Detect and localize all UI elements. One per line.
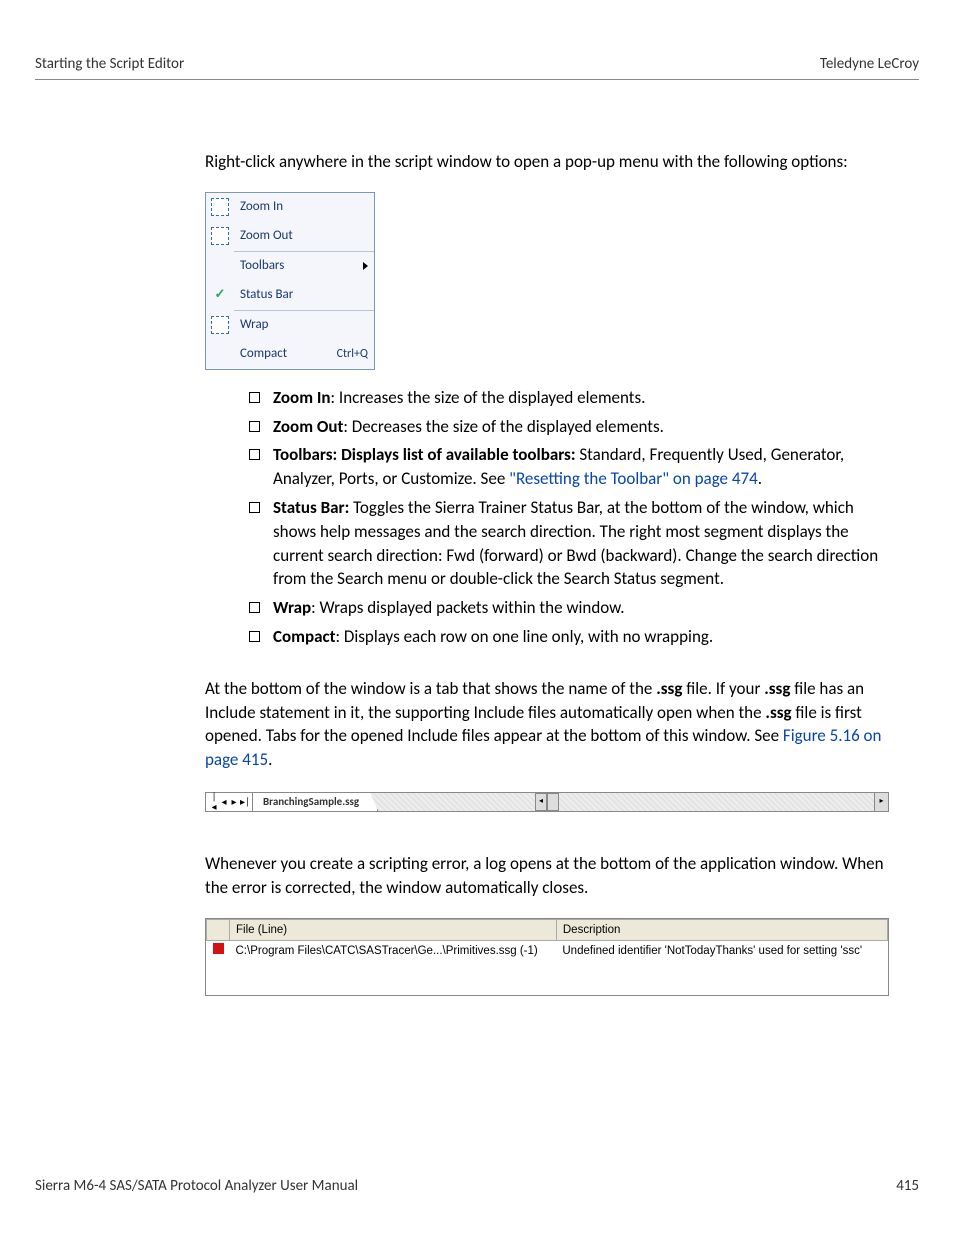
error-file-cell: C:\Program Files\CATC\SASTracer\Ge...\Pr… (230, 940, 557, 961)
menu-item-toolbars[interactable]: Toolbars (206, 252, 374, 281)
list-item: Wrap: Wraps displayed packets within the… (245, 596, 889, 620)
table-row[interactable]: C:\Program Files\CATC\SASTracer\Ge...\Pr… (207, 940, 888, 961)
intro-paragraph: Right-click anywhere in the script windo… (205, 150, 889, 174)
page-content: Right-click anywhere in the script windo… (205, 150, 889, 996)
list-item: Zoom In: Increases the size of the displ… (245, 386, 889, 410)
submenu-arrow-icon (363, 262, 368, 270)
header-section-title: Starting the Script Editor (35, 55, 184, 73)
list-item: Zoom Out: Decreases the size of the disp… (245, 415, 889, 439)
ssg-paragraph: At the bottom of the window is a tab tha… (205, 677, 889, 772)
list-item: Status Bar: Toggles the Sierra Trainer S… (245, 496, 889, 591)
scroll-track[interactable] (547, 793, 559, 811)
file-tab[interactable]: BranchingSample.ssg (253, 793, 378, 811)
table-empty-space (207, 961, 888, 995)
horizontal-scroll-mid[interactable]: ◂ (535, 793, 559, 811)
nav-last-icon[interactable]: ▸| (240, 797, 248, 807)
zoom-in-icon (206, 193, 234, 222)
menu-item-zoom-out[interactable]: Zoom Out (206, 222, 374, 251)
page-header: Starting the Script Editor Teledyne LeCr… (35, 55, 919, 80)
error-log-table: File (Line) Description C:\Program Files… (206, 919, 888, 995)
tab-bar-figure: |◂ ◂ ▸ ▸| BranchingSample.ssg ◂ ▸ (205, 792, 889, 812)
list-item: Toolbars: Displays list of available too… (245, 443, 889, 491)
toolbar-link[interactable]: "Resetting the Toolbar" on page 474 (509, 468, 758, 489)
col-file: File (Line) (230, 919, 557, 940)
blank-icon (206, 252, 234, 281)
menu-item-label: Zoom In (234, 198, 368, 216)
menu-item-status-bar[interactable]: ✓ Status Bar (206, 281, 374, 310)
nav-prev-icon[interactable]: ◂ (220, 797, 228, 807)
menu-item-label: Status Bar (234, 286, 368, 304)
nav-first-icon[interactable]: |◂ (210, 792, 218, 812)
context-menu: Zoom In Zoom Out Toolbars ✓ Status Bar W… (205, 192, 375, 370)
scroll-right-icon[interactable]: ▸ (874, 793, 888, 811)
col-icon (207, 919, 230, 940)
zoom-out-icon (206, 222, 234, 251)
file-tab-label: BranchingSample.ssg (263, 794, 359, 809)
tab-bar: |◂ ◂ ▸ ▸| BranchingSample.ssg ◂ ▸ (205, 792, 889, 812)
blank-icon (206, 340, 234, 369)
error-log-panel: File (Line) Description C:\Program Files… (205, 918, 889, 996)
header-brand: Teledyne LeCroy (820, 55, 919, 73)
menu-item-compact[interactable]: Compact Ctrl+Q (206, 340, 374, 369)
tab-nav-buttons[interactable]: |◂ ◂ ▸ ▸| (206, 793, 253, 811)
checkmark-icon: ✓ (206, 281, 234, 310)
error-log-paragraph: Whenever you create a scripting error, a… (205, 852, 889, 900)
table-header-row: File (Line) Description (207, 919, 888, 940)
col-description: Description (556, 919, 887, 940)
menu-item-label: Compact (234, 345, 337, 363)
wrap-icon (206, 311, 234, 340)
nav-next-icon[interactable]: ▸ (230, 797, 238, 807)
error-icon (207, 940, 230, 961)
scroll-left-icon[interactable]: ◂ (535, 793, 547, 811)
error-desc-cell: Undefined identifier 'NotTodayThanks' us… (556, 940, 887, 961)
menu-item-wrap[interactable]: Wrap (206, 311, 374, 340)
options-list: Zoom In: Increases the size of the displ… (245, 386, 889, 649)
footer-manual-title: Sierra M6-4 SAS/SATA Protocol Analyzer U… (35, 1177, 358, 1195)
list-item: Compact: Displays each row on one line o… (245, 625, 889, 649)
menu-item-label: Zoom Out (234, 227, 368, 245)
menu-shortcut: Ctrl+Q (337, 346, 368, 363)
footer-page-number: 415 (896, 1177, 919, 1195)
menu-item-label: Toolbars (234, 257, 363, 275)
menu-item-zoom-in[interactable]: Zoom In (206, 193, 374, 222)
page-footer: Sierra M6-4 SAS/SATA Protocol Analyzer U… (35, 1177, 919, 1195)
menu-item-label: Wrap (234, 316, 368, 334)
